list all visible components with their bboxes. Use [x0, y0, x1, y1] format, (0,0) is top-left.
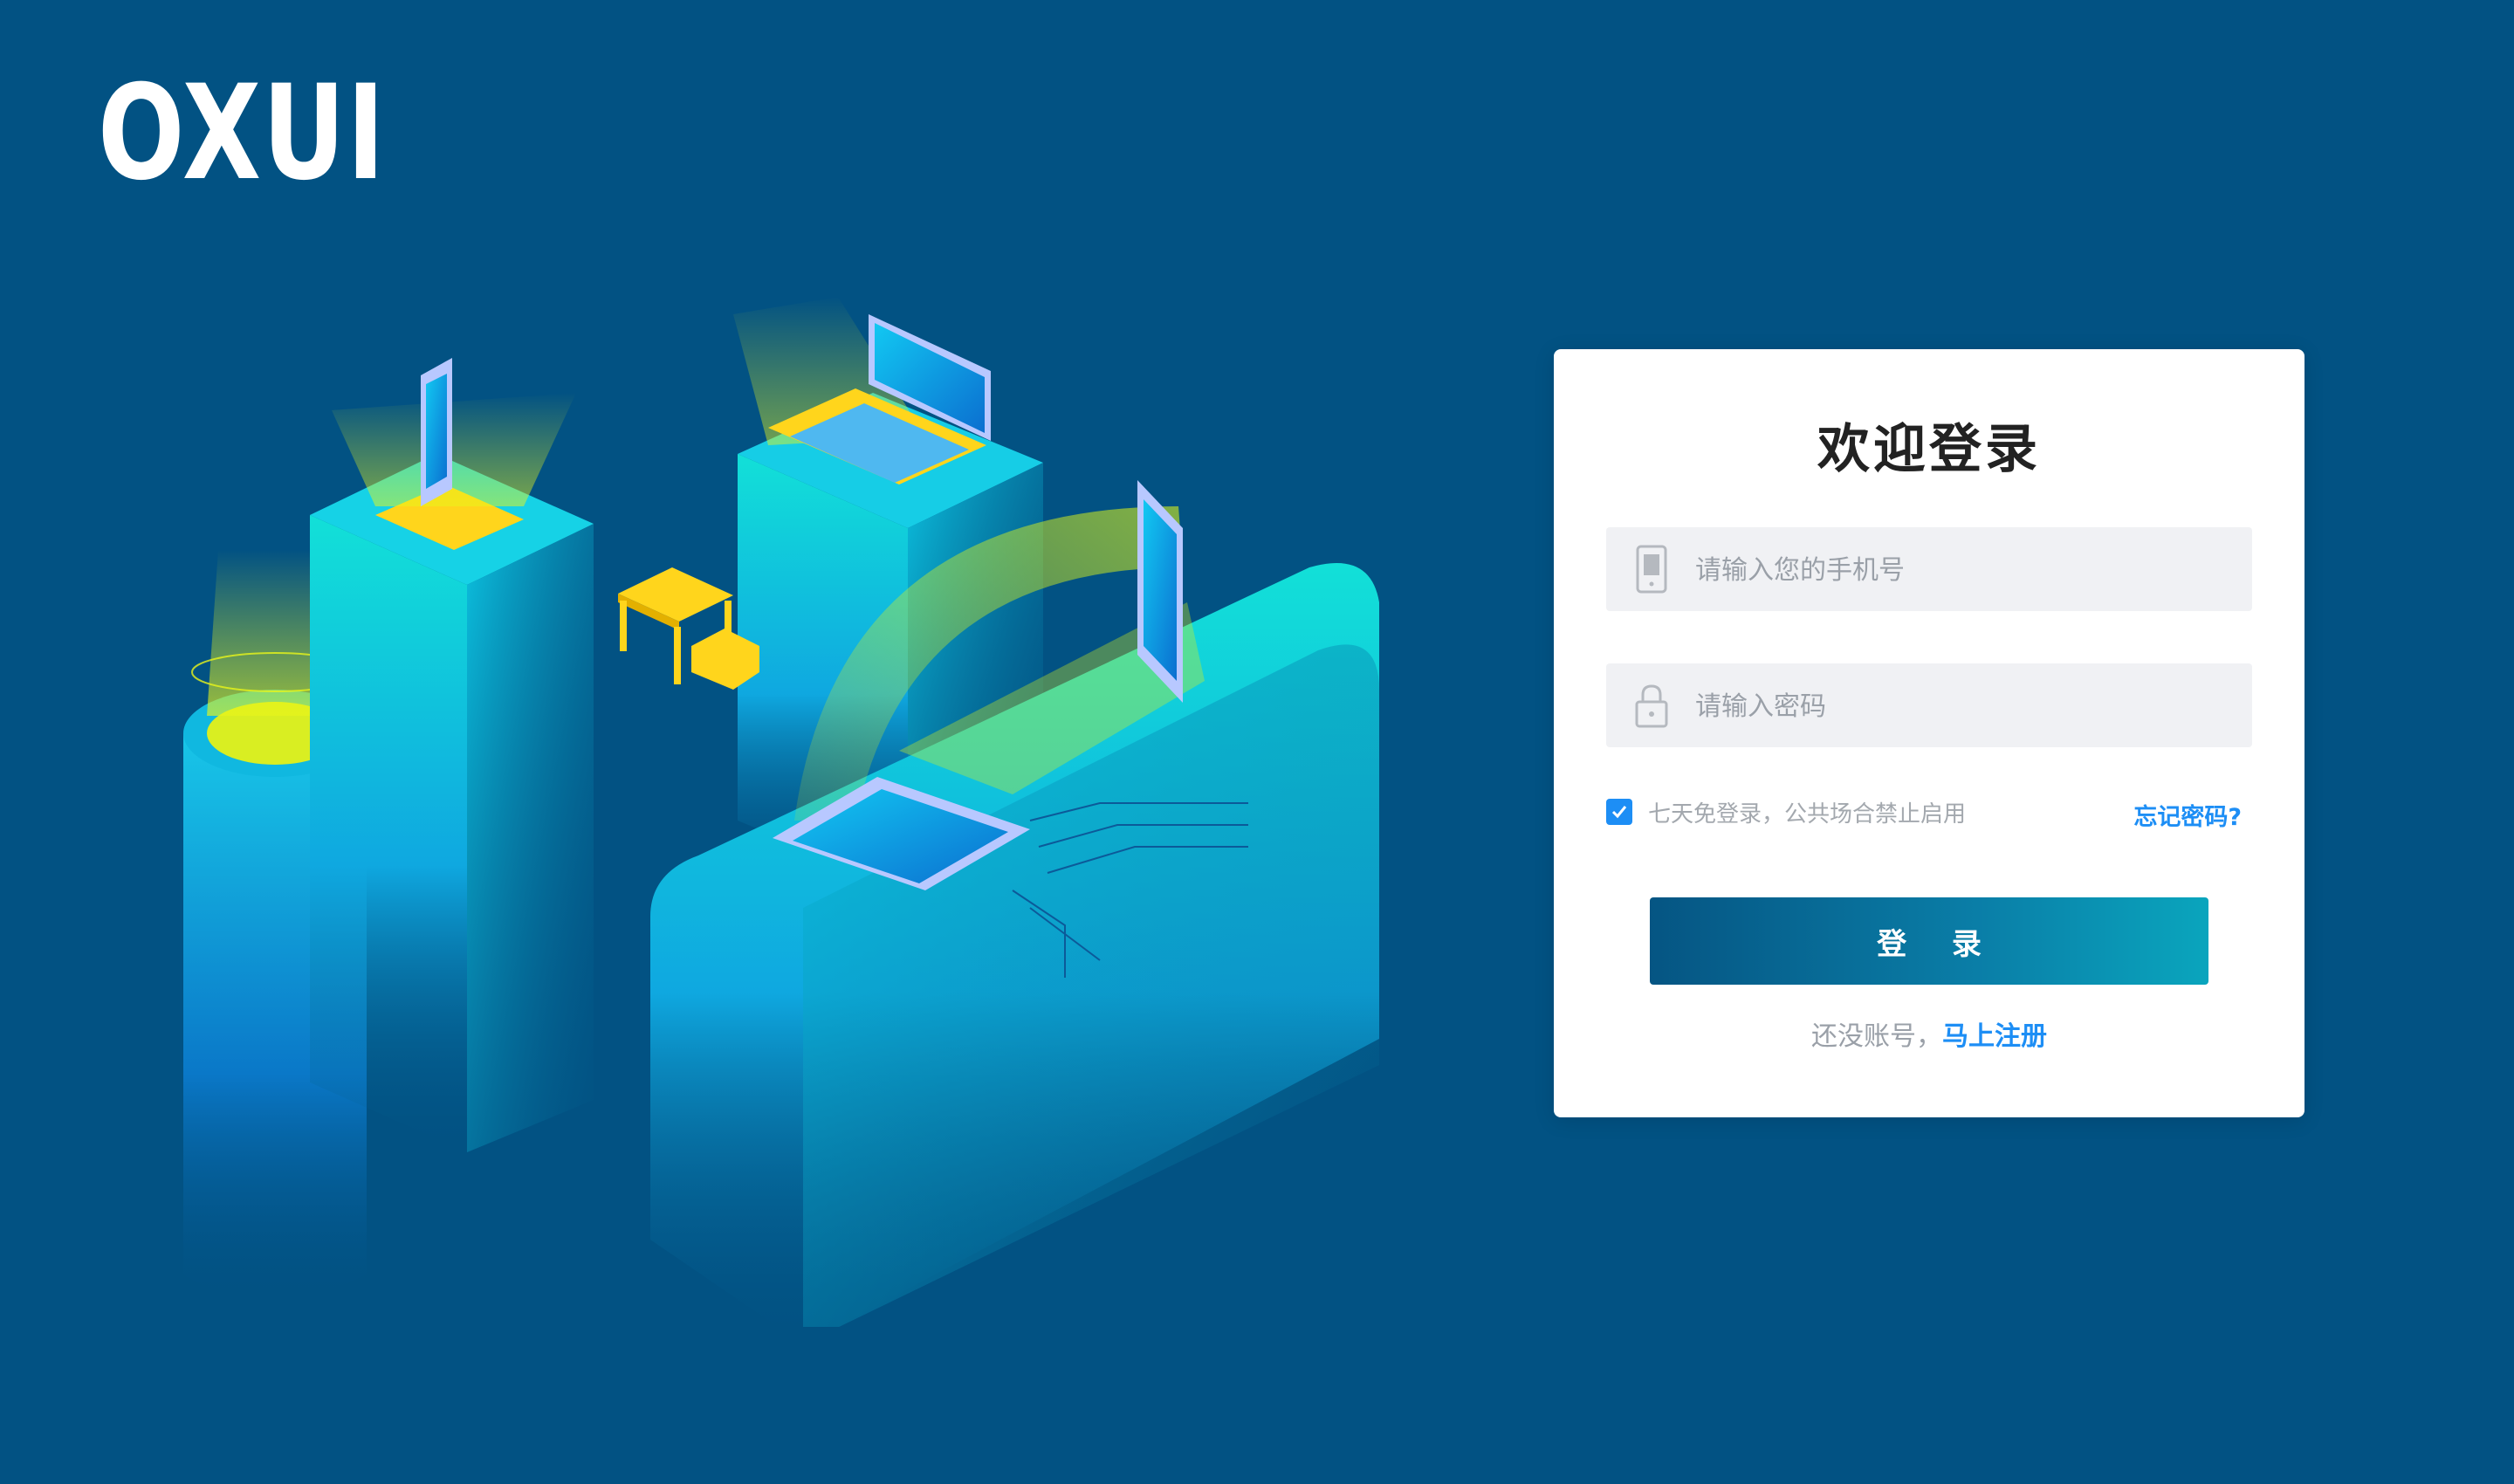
login-button[interactable]: 登 录 — [1650, 897, 2208, 985]
remember-me[interactable]: 七天免登录，公共场合禁止启用 — [1606, 794, 1966, 829]
phone-icon — [1636, 545, 1667, 594]
check-icon — [1611, 806, 1627, 819]
no-account-text: 还没账号， — [1811, 1021, 1942, 1052]
lock-icon — [1635, 684, 1668, 728]
register-link[interactable]: 马上注册 — [1942, 1021, 2047, 1052]
register-row: 还没账号，马上注册 — [1554, 1014, 2304, 1053]
forgot-password-link[interactable]: 忘记密码? — [2133, 798, 2242, 832]
brand-logo: OXUI — [98, 58, 387, 210]
login-page: OXUI 欢迎登录 请输入您的手机号 七天免登录，公共场合禁止启用 忘记密码? … — [0, 0, 2514, 1484]
login-title: 欢迎登录 — [1817, 419, 2041, 480]
tall-building — [310, 358, 594, 1152]
remember-checkbox[interactable] — [1606, 799, 1632, 825]
remember-label: 七天免登录，公共场合禁止启用 — [1648, 800, 1967, 828]
isometric-city-illustration — [183, 297, 1379, 1327]
password-field[interactable] — [1606, 663, 2252, 749]
phone-input[interactable] — [1693, 527, 2238, 613]
password-input[interactable] — [1693, 663, 2238, 749]
phone-field[interactable] — [1606, 527, 2252, 613]
login-card: 欢迎登录 七天免登录，公共场合禁止启用 — [1554, 349, 2304, 1117]
